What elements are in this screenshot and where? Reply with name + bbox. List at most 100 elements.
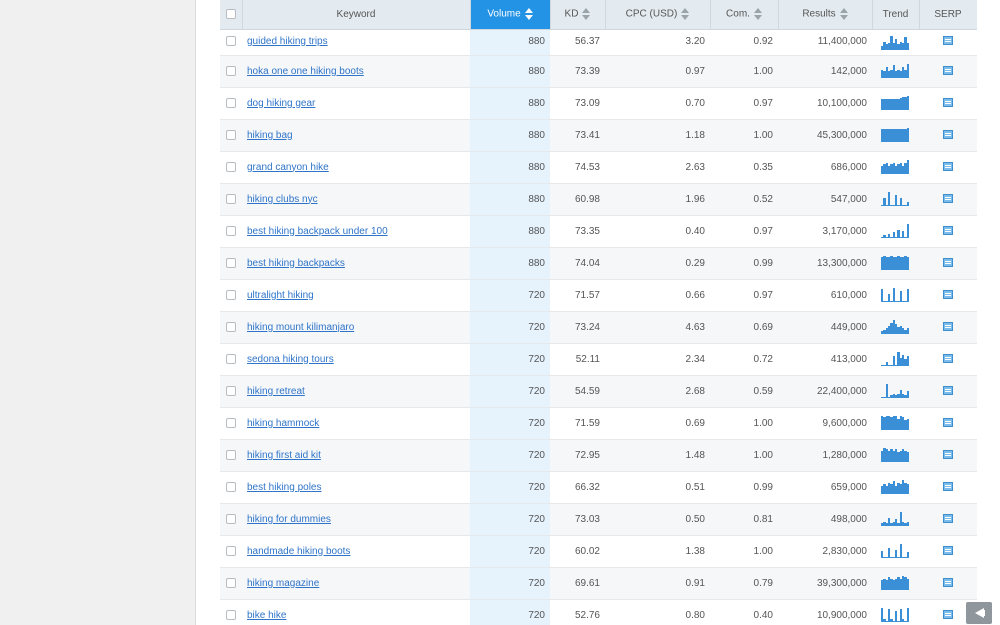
serp-snapshot-icon[interactable] [943, 610, 953, 620]
keyword-link[interactable]: best hiking backpack under 100 [247, 226, 388, 237]
row-checkbox-cell[interactable] [220, 375, 242, 408]
serp-cell[interactable] [919, 375, 977, 408]
serp-cell[interactable] [919, 471, 977, 504]
column-header-com[interactable]: Com. [710, 0, 779, 30]
row-checkbox-cell[interactable] [220, 407, 242, 440]
row-checkbox-cell[interactable] [220, 151, 242, 184]
keyword-link[interactable]: ultralight hiking [247, 290, 314, 301]
row-checkbox[interactable] [226, 193, 236, 204]
serp-snapshot-icon[interactable] [943, 450, 953, 460]
keyword-link[interactable]: guided hiking trips [247, 36, 328, 47]
feedback-button[interactable] [966, 602, 992, 624]
serp-snapshot-icon[interactable] [943, 162, 953, 172]
column-header-keyword[interactable]: Keyword [242, 0, 471, 30]
row-checkbox[interactable] [226, 577, 236, 588]
row-checkbox[interactable] [226, 257, 236, 268]
keyword-link[interactable]: dog hiking gear [247, 98, 315, 109]
keyword-link[interactable]: handmade hiking boots [247, 546, 350, 557]
row-checkbox-cell[interactable] [220, 535, 242, 568]
sort-arrows-icon[interactable] [582, 8, 591, 21]
keyword-link[interactable]: hiking mount kilimanjaro [247, 322, 354, 333]
serp-snapshot-icon[interactable] [943, 578, 953, 588]
serp-cell[interactable] [919, 439, 977, 472]
row-checkbox-cell[interactable] [220, 215, 242, 248]
row-checkbox[interactable] [226, 129, 236, 140]
row-checkbox-cell[interactable] [220, 471, 242, 504]
row-checkbox[interactable] [226, 289, 236, 300]
serp-snapshot-icon[interactable] [943, 546, 953, 556]
keyword-link[interactable]: hoka one one hiking boots [247, 66, 364, 77]
serp-snapshot-icon[interactable] [943, 482, 953, 492]
row-checkbox-cell[interactable] [220, 29, 242, 56]
serp-snapshot-icon[interactable] [943, 418, 953, 428]
serp-cell[interactable] [919, 407, 977, 440]
column-header-cpc[interactable]: CPC (USD) [605, 0, 711, 30]
row-checkbox-cell[interactable] [220, 503, 242, 536]
serp-snapshot-icon[interactable] [943, 514, 953, 524]
keyword-link[interactable]: best hiking backpacks [247, 258, 345, 269]
serp-snapshot-icon[interactable] [943, 66, 953, 76]
serp-cell[interactable] [919, 87, 977, 120]
serp-snapshot-icon[interactable] [943, 98, 953, 108]
row-checkbox-cell[interactable] [220, 311, 242, 344]
serp-cell[interactable] [919, 247, 977, 280]
serp-cell[interactable] [919, 343, 977, 376]
serp-snapshot-icon[interactable] [943, 226, 953, 236]
row-checkbox[interactable] [226, 513, 236, 524]
row-checkbox[interactable] [226, 545, 236, 556]
keyword-link[interactable]: sedona hiking tours [247, 354, 334, 365]
serp-cell[interactable] [919, 279, 977, 312]
select-all-checkbox-cell[interactable] [220, 0, 243, 30]
serp-cell[interactable] [919, 183, 977, 216]
serp-cell[interactable] [919, 29, 977, 56]
keyword-link[interactable]: hiking magazine [247, 578, 319, 589]
row-checkbox[interactable] [226, 65, 236, 76]
serp-cell[interactable] [919, 503, 977, 536]
keyword-link[interactable]: bike hike [247, 610, 286, 621]
row-checkbox[interactable] [226, 161, 236, 172]
keyword-link[interactable]: hiking clubs nyc [247, 194, 318, 205]
serp-cell[interactable] [919, 535, 977, 568]
column-header-results[interactable]: Results [778, 0, 873, 30]
row-checkbox[interactable] [226, 481, 236, 492]
keyword-link[interactable]: hiking hammock [247, 418, 319, 429]
row-checkbox-cell[interactable] [220, 247, 242, 280]
serp-snapshot-icon[interactable] [943, 386, 953, 396]
column-header-kd[interactable]: KD [550, 0, 606, 30]
row-checkbox[interactable] [226, 609, 236, 620]
row-checkbox-cell[interactable] [220, 119, 242, 152]
row-checkbox-cell[interactable] [220, 599, 242, 625]
row-checkbox[interactable] [226, 321, 236, 332]
sort-arrows-icon[interactable] [839, 8, 848, 21]
keyword-link[interactable]: hiking for dummies [247, 514, 331, 525]
serp-snapshot-icon[interactable] [943, 194, 953, 204]
row-checkbox-cell[interactable] [220, 439, 242, 472]
row-checkbox[interactable] [226, 417, 236, 428]
row-checkbox[interactable] [226, 353, 236, 364]
row-checkbox-cell[interactable] [220, 55, 242, 88]
row-checkbox-cell[interactable] [220, 279, 242, 312]
keyword-link[interactable]: hiking retreat [247, 386, 305, 397]
serp-cell[interactable] [919, 151, 977, 184]
row-checkbox-cell[interactable] [220, 343, 242, 376]
select-all-checkbox[interactable] [225, 9, 236, 20]
keyword-link[interactable]: hiking bag [247, 130, 293, 141]
serp-snapshot-icon[interactable] [943, 322, 953, 332]
keyword-link[interactable]: best hiking poles [247, 482, 322, 493]
sort-arrows-icon[interactable] [524, 8, 533, 21]
keyword-link[interactable]: grand canyon hike [247, 162, 329, 173]
row-checkbox-cell[interactable] [220, 183, 242, 216]
serp-cell[interactable] [919, 311, 977, 344]
row-checkbox[interactable] [226, 225, 236, 236]
row-checkbox[interactable] [226, 97, 236, 108]
serp-cell[interactable] [919, 55, 977, 88]
serp-snapshot-icon[interactable] [943, 36, 953, 46]
serp-snapshot-icon[interactable] [943, 354, 953, 364]
row-checkbox[interactable] [226, 35, 236, 46]
serp-cell[interactable] [919, 215, 977, 248]
sort-arrows-icon[interactable] [753, 8, 762, 21]
serp-cell[interactable] [919, 567, 977, 600]
row-checkbox[interactable] [226, 385, 236, 396]
row-checkbox-cell[interactable] [220, 567, 242, 600]
serp-snapshot-icon[interactable] [943, 290, 953, 300]
